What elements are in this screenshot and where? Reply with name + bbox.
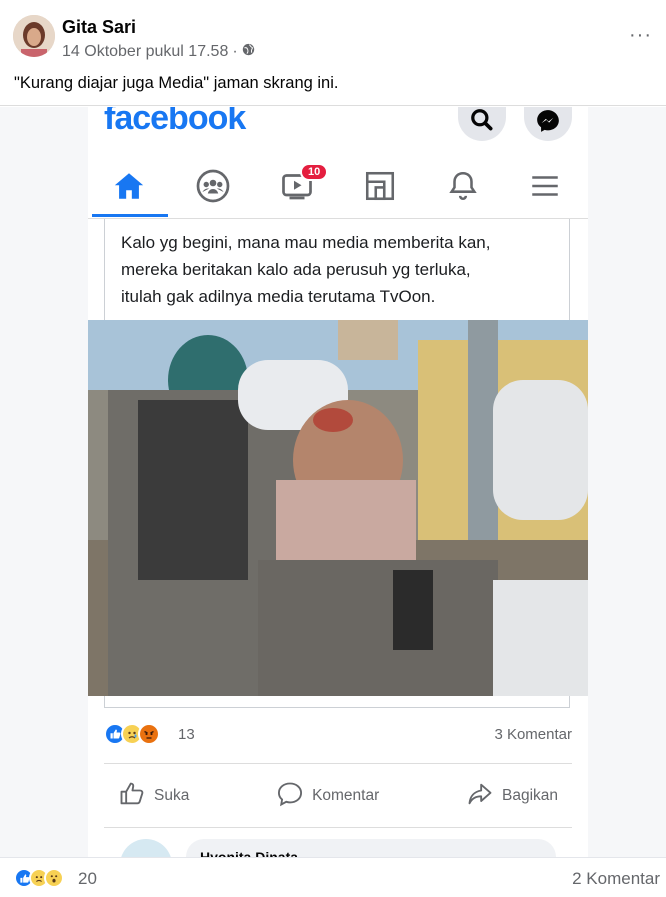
like-button[interactable]: Suka bbox=[104, 774, 203, 819]
reaction-icons[interactable] bbox=[14, 868, 64, 888]
active-tab-indicator bbox=[92, 214, 168, 217]
shared-text-line: mereka beritakan kalo ada perusuh yg ter… bbox=[121, 260, 471, 279]
wow-reaction-icon bbox=[44, 868, 64, 888]
search-icon bbox=[458, 107, 506, 141]
post-photo bbox=[88, 320, 588, 696]
avatar[interactable] bbox=[13, 15, 55, 57]
post-footer: 20 2 Komentar bbox=[0, 857, 666, 897]
comment-count[interactable]: 2 Komentar bbox=[572, 869, 660, 889]
divider bbox=[104, 827, 572, 828]
comment-icon bbox=[276, 780, 304, 813]
watch-badge: 10 bbox=[300, 163, 329, 181]
comment-button[interactable]: Komentar bbox=[262, 774, 393, 819]
meta-separator: · bbox=[232, 43, 238, 60]
post-header: Gita Sari 14 Oktober pukul 17.58 · ··· "… bbox=[0, 0, 666, 106]
notifications-icon bbox=[428, 155, 498, 217]
facebook-logo: facebook bbox=[104, 107, 246, 137]
photo-frame bbox=[104, 696, 570, 708]
messenger-icon bbox=[524, 107, 572, 141]
more-options-icon[interactable]: ··· bbox=[629, 24, 652, 47]
reaction-count[interactable]: 20 bbox=[78, 869, 97, 889]
like-label: Suka bbox=[154, 787, 190, 804]
shared-screenshot-image[interactable]: facebook 10 Kalo yg begini, mana mau med… bbox=[0, 107, 666, 857]
post-meta: 14 Oktober pukul 17.58 · bbox=[62, 43, 255, 61]
share-arrow-icon bbox=[466, 780, 494, 813]
watch-icon: 10 bbox=[262, 155, 332, 217]
post-caption: "Kurang diajar juga Media" jaman skrang … bbox=[14, 74, 339, 92]
inner-reaction-count[interactable]: 13 bbox=[178, 726, 195, 743]
post-actions: Suka Komentar Bagikan bbox=[104, 772, 572, 820]
screenshot-content: facebook 10 Kalo yg begini, mana mau med… bbox=[88, 107, 588, 857]
comment-preview: Hyonita Dinata bbox=[186, 839, 556, 857]
commenter-avatar bbox=[120, 839, 172, 857]
inner-comment-count[interactable]: 3 Komentar bbox=[494, 726, 572, 743]
post-timestamp[interactable]: 14 Oktober pukul 17.58 bbox=[62, 43, 228, 61]
top-navigation: 10 bbox=[88, 155, 588, 219]
shared-post-text: Kalo yg begini, mana mau media memberita… bbox=[104, 219, 570, 321]
facebook-post: Gita Sari 14 Oktober pukul 17.58 · ··· "… bbox=[0, 0, 666, 897]
home-icon bbox=[94, 155, 164, 217]
shared-text-line: Kalo yg begini, mana mau media memberita… bbox=[121, 233, 491, 252]
share-label: Bagikan bbox=[501, 787, 558, 804]
groups-icon bbox=[178, 155, 248, 217]
menu-icon bbox=[510, 155, 580, 217]
reaction-icons[interactable] bbox=[104, 723, 160, 745]
thumbs-up-icon bbox=[118, 780, 146, 813]
shared-text-line: itulah gak adilnya media terutama TvOon. bbox=[121, 287, 436, 306]
globe-icon bbox=[242, 43, 255, 61]
author-name[interactable]: Gita Sari bbox=[62, 17, 136, 38]
inner-reaction-summary: 13 3 Komentar bbox=[104, 721, 572, 749]
angry-reaction-icon bbox=[138, 723, 160, 745]
commenter-name: Hyonita Dinata bbox=[200, 849, 299, 857]
marketplace-icon bbox=[345, 155, 415, 217]
comment-label: Komentar bbox=[312, 787, 380, 804]
divider bbox=[104, 763, 572, 764]
share-button[interactable]: Bagikan bbox=[452, 774, 572, 819]
